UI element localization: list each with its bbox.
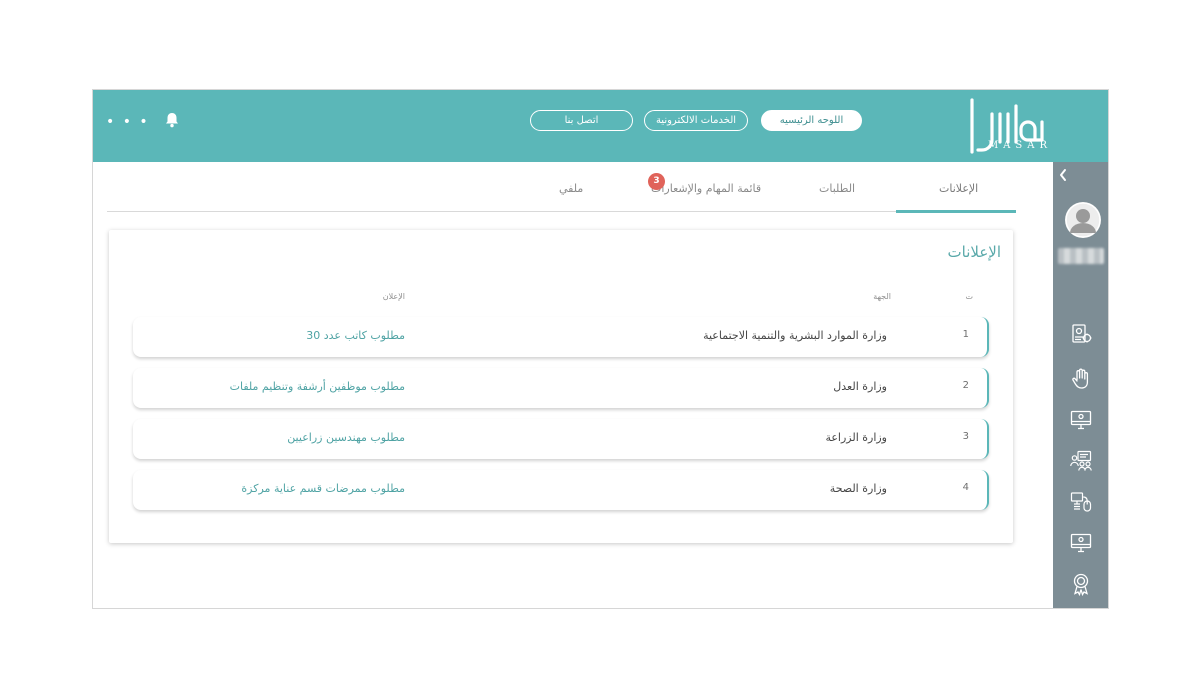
monitor-icon[interactable]	[1069, 408, 1093, 432]
column-header-ad: الإعلان	[382, 292, 405, 301]
row-announcement-link[interactable]: مطلوب ممرضات قسم عناية مركزة	[241, 482, 405, 495]
monitor-icon-2[interactable]	[1069, 531, 1093, 555]
tab-bar: الإعلانات الطلبات قائمة المهام والإشعارا…	[107, 173, 1016, 213]
raised-hand-icon[interactable]	[1069, 367, 1093, 391]
nav-contact-button[interactable]: اتصل بنا	[530, 110, 633, 131]
people-board-icon[interactable]	[1069, 449, 1093, 473]
table-row[interactable]: 3 وزارة الزراعة مطلوب مهندسين زراعيين	[133, 419, 989, 459]
tab-announcements[interactable]: الإعلانات	[939, 182, 978, 195]
tab-tasks-notifications[interactable]: قائمة المهام والإشعارات	[651, 182, 761, 195]
column-header-num: ت	[965, 292, 973, 301]
bell-icon[interactable]	[165, 112, 179, 128]
row-number: 2	[962, 380, 969, 391]
right-sidebar	[1053, 162, 1108, 608]
nav-home-button[interactable]: اللوحه الرئيسيه	[761, 110, 862, 131]
table-row[interactable]: 2 وزارة العدل مطلوب موظفين أرشفة وتنظيم …	[133, 368, 989, 408]
tab-requests[interactable]: الطلبات	[819, 182, 855, 195]
announcements-card: الإعلانات ت الجهة الإعلان 1 وزارة الموار…	[109, 230, 1013, 543]
row-number: 1	[962, 329, 969, 340]
top-header: MASAR اللوحه الرئيسيه الخدمات الالكتروني…	[93, 90, 1108, 162]
active-tab-indicator	[896, 210, 1016, 213]
nav-eservices-button[interactable]: الخدمات الالكترونية	[644, 110, 748, 131]
row-announcement-link[interactable]: مطلوب موظفين أرشفة وتنظيم ملفات	[230, 380, 405, 393]
row-number: 4	[962, 482, 969, 493]
collapse-chevron-icon[interactable]	[1057, 168, 1069, 182]
column-header-entity: الجهة	[873, 292, 891, 301]
row-number: 3	[962, 431, 969, 442]
row-announcement-link[interactable]: مطلوب مهندسين زراعيين	[287, 431, 405, 444]
computer-mouse-icon[interactable]	[1069, 490, 1093, 514]
profile-settings-icon[interactable]	[1069, 322, 1093, 346]
app-window: MASAR اللوحه الرئيسيه الخدمات الالكتروني…	[92, 89, 1109, 609]
more-dots-icon[interactable]: • • •	[106, 114, 150, 130]
avatar[interactable]	[1065, 202, 1101, 238]
tab-my-profile[interactable]: ملفي	[559, 182, 583, 195]
user-name-blurred	[1058, 248, 1104, 264]
card-title: الإعلانات	[947, 243, 1002, 261]
row-announcement-link[interactable]: مطلوب كاتب عدد 30	[306, 329, 405, 342]
row-entity: وزارة العدل	[833, 380, 887, 393]
row-entity: وزارة الصحة	[829, 482, 887, 495]
row-entity: وزارة الموارد البشرية والتنمية الاجتماعي…	[703, 329, 887, 342]
award-badge-icon[interactable]	[1069, 572, 1093, 596]
row-entity: وزارة الزراعة	[825, 431, 887, 444]
table-row[interactable]: 4 وزارة الصحة مطلوب ممرضات قسم عناية مرك…	[133, 470, 989, 510]
table-row[interactable]: 1 وزارة الموارد البشرية والتنمية الاجتما…	[133, 317, 989, 357]
notification-badge: 3	[648, 173, 665, 190]
logo-latin-text: MASAR	[987, 140, 1052, 151]
avatar-placeholder-icon	[1065, 202, 1101, 238]
